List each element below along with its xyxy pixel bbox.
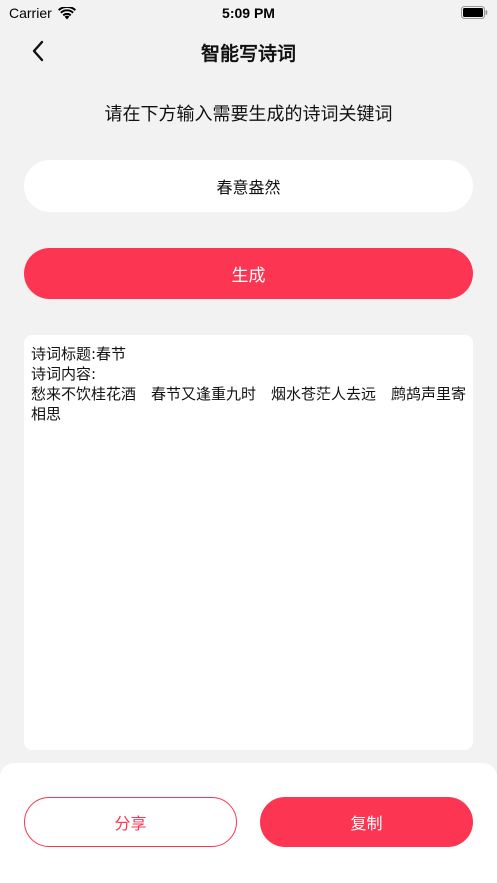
poem-content: 愁来不饮桂花酒 春节又逢重九时 烟水苍茫人去远 鹧鸪声里寄相思 [31,385,467,423]
copy-button[interactable]: 复制 [260,797,473,847]
battery-icon [461,6,488,19]
share-button[interactable]: 分享 [24,797,237,847]
poem-content-label: 诗词内容: [31,365,97,383]
poem-result-area[interactable]: 诗词标题:春节 诗词内容: 愁来不饮桂花酒 春节又逢重九时 烟水苍茫人去远 鹧鸪… [24,335,473,750]
status-time: 5:09 PM [222,5,275,21]
header: 智能写诗词 [0,26,497,76]
poem-title-line: 诗词标题:春节 [31,345,127,363]
page-title: 智能写诗词 [200,43,296,65]
generate-button[interactable]: 生成 [24,248,473,299]
bottom-action-panel: 分享 复制 [0,763,497,883]
keyword-input[interactable] [24,160,473,212]
instruction-text: 请在下方输入需要生成的诗词关键词 [104,104,393,125]
status-bar: Carrier 5:09 PM [0,0,497,26]
